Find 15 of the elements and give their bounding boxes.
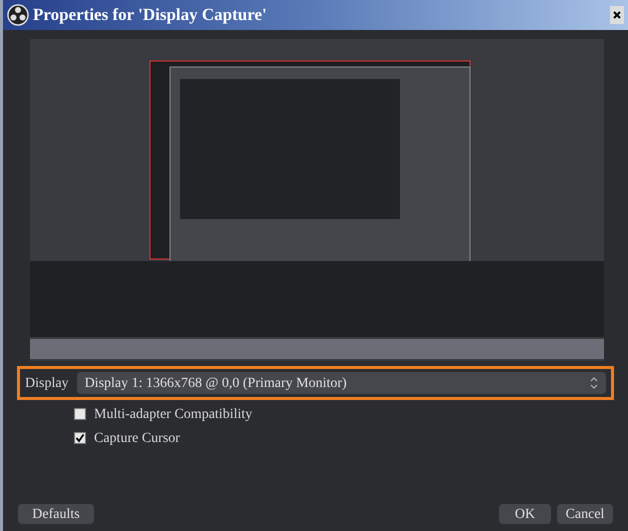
option-checkbox[interactable]: Multi-adapter Compatibility (74, 405, 628, 423)
checkmark-icon (75, 433, 85, 443)
close-button[interactable] (610, 6, 624, 24)
updown-chevron-icon (590, 377, 598, 389)
close-icon (613, 11, 621, 19)
ok-button[interactable]: OK (499, 504, 551, 524)
app-logo-icon (7, 4, 29, 26)
checkbox[interactable] (74, 408, 86, 420)
display-select[interactable]: Display 1: 1366x768 @ 0,0 (Primary Monitor) (76, 372, 606, 394)
checkbox[interactable] (74, 432, 86, 444)
option-checkbox[interactable]: Capture Cursor (74, 429, 628, 447)
display-label: Display (25, 374, 69, 392)
window-title: Properties for 'Display Capture' (33, 4, 267, 26)
cancel-button[interactable]: Cancel (557, 504, 613, 524)
defaults-button[interactable]: Defaults (18, 504, 94, 524)
